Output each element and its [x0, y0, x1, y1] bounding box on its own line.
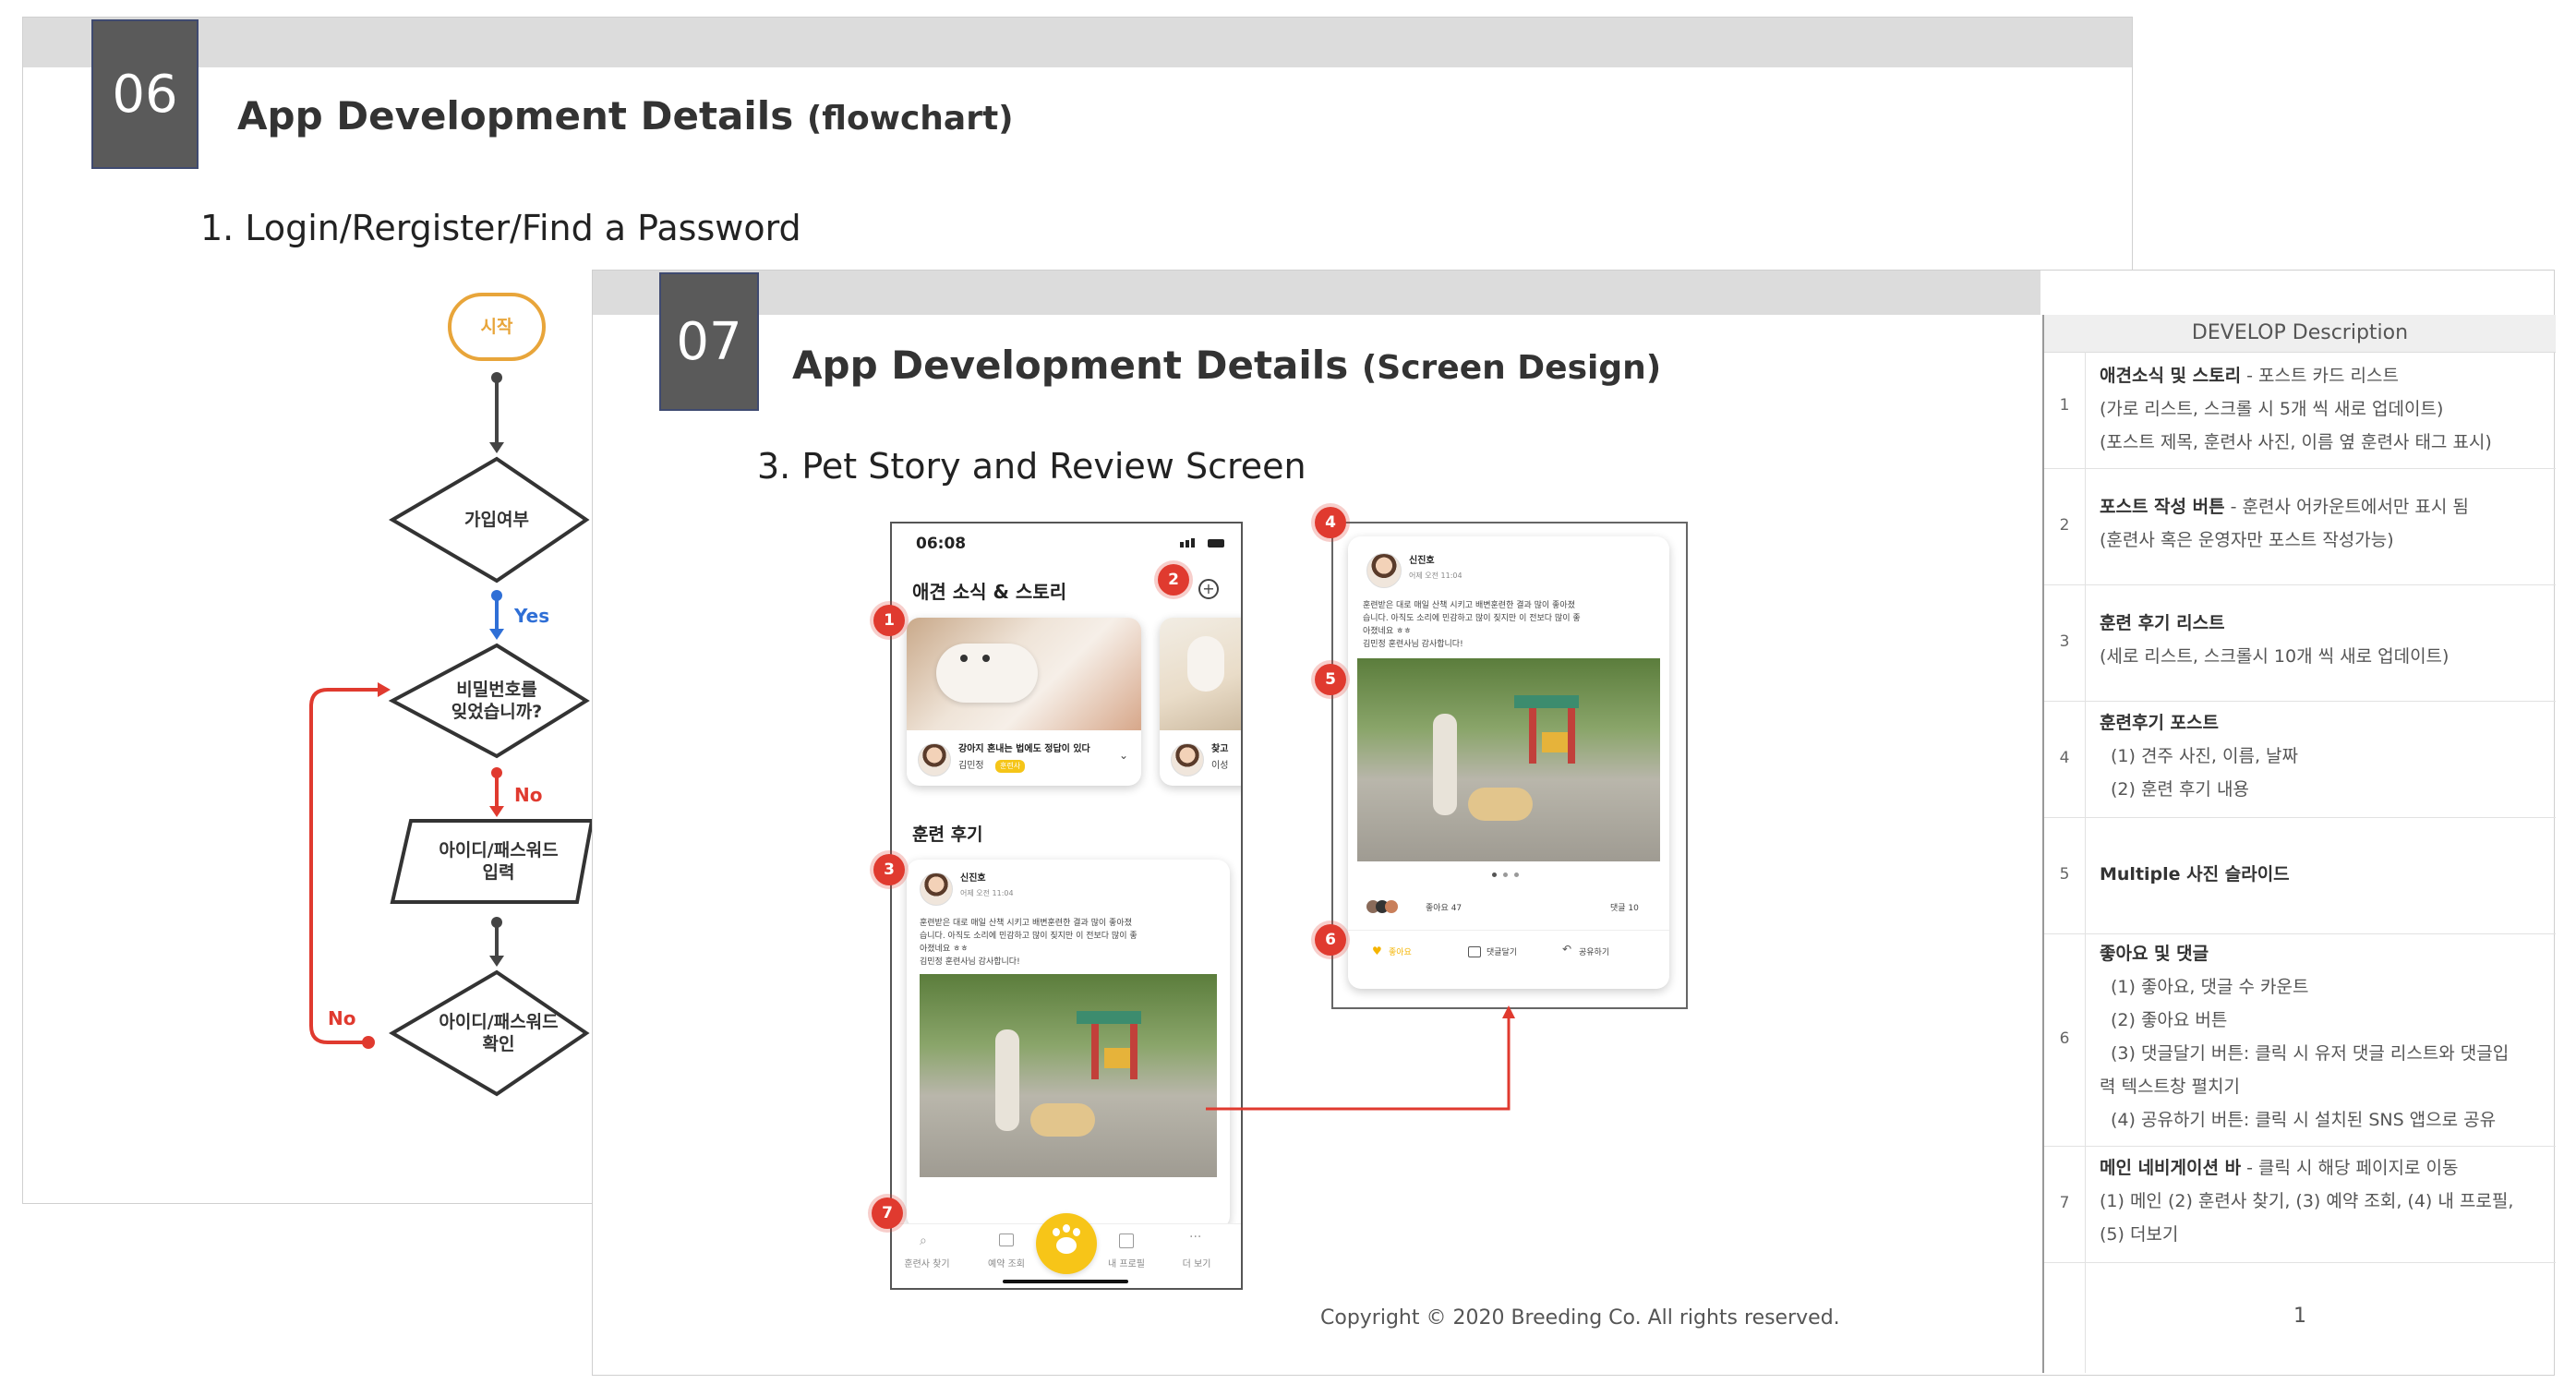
description-row-6: 6 좋아요 및 댓글 (1) 좋아요, 댓글 수 카운트 (2) 좋아요 버튼 …	[2044, 933, 2556, 1147]
marker-3: 3	[873, 854, 905, 885]
decision-forgot-label-1: 비밀번호를	[456, 680, 537, 700]
arrow-head	[489, 442, 504, 453]
row-number: 1	[2059, 396, 2070, 415]
description-row-2: 2 포스트 작성 버튼 - 훈련사 어카운트에서만 표시 됨 (훈련사 혹은 운…	[2044, 468, 2556, 585]
loop-arrow-head	[378, 682, 391, 697]
description-row-empty: 1	[2044, 1262, 2556, 1373]
slide-title-paren: (flowchart)	[806, 100, 1014, 138]
page-number: 1	[2293, 1305, 2306, 1328]
yes-arrow-head	[489, 629, 504, 640]
row-line: (2) 좋아요 버튼	[2111, 1010, 2228, 1030]
marker-6: 6	[1315, 924, 1346, 956]
marker-1: 1	[873, 605, 905, 636]
no-label: No	[514, 784, 543, 806]
decision-verify-label-1: 아이디/패스워드	[439, 1012, 559, 1032]
row-line: (훈련사 혹은 운영자만 포스트 작성가능)	[2100, 530, 2394, 550]
row-title: 훈련후기 포스트	[2100, 713, 2219, 733]
marker-2: 2	[1158, 564, 1189, 596]
row-number: 3	[2059, 632, 2070, 651]
row-line: (가로 리스트, 스크롤 시 5개 씩 새로 업데이트)	[2100, 399, 2444, 419]
yes-label: Yes	[514, 605, 550, 627]
description-row-7: 7 메인 네비게이션 바 - 클릭 시 해당 페이지로 이동 (1) 메인 (2…	[2044, 1146, 2556, 1263]
row-number: 7	[2059, 1194, 2070, 1212]
no-arrow-head	[489, 806, 504, 817]
arrow-head	[489, 956, 504, 967]
row-number: 5	[2059, 865, 2070, 884]
row-title: 메인 네비게이션 바 - 클릭 시 해당 페이지로 이동	[2100, 1158, 2459, 1178]
no-label-loop: No	[328, 1007, 356, 1029]
copyright: Copyright © 2020 Breeding Co. All rights…	[1320, 1306, 1840, 1330]
marker-4: 4	[1315, 507, 1346, 538]
row-line: (세로 리스트, 스크롤시 10개 씩 새로 업데이트)	[2100, 646, 2450, 667]
row-line: (5) 더보기	[2100, 1224, 2179, 1245]
description-row-4: 4 훈련후기 포스트 (1) 견주 사진, 이름, 날짜 (2) 훈련 후기 내…	[2044, 701, 2556, 818]
row-number: 4	[2059, 749, 2070, 767]
row-line: (4) 공유하기 버튼: 클릭 시 설치된 SNS 앱으로 공유	[2111, 1110, 2497, 1130]
slide-07: 07 App Development Details (Screen Desig…	[592, 270, 2556, 1376]
row-title: 훈련 후기 리스트	[2100, 613, 2225, 633]
row-title: 포스트 작성 버튼 - 훈련사 어카운트에서만 표시 됨	[2100, 497, 2469, 517]
row-number: 6	[2059, 1029, 2070, 1048]
decision-signup-label: 가입여부	[464, 510, 529, 530]
marker-5: 5	[1315, 664, 1346, 695]
row-line: 력 텍스트창 펼치기	[2100, 1077, 2240, 1097]
row-line: (1) 좋아요, 댓글 수 카운트	[2111, 977, 2309, 997]
row-line: (1) 견주 사진, 이름, 날짜	[2111, 746, 2298, 766]
row-title: Multiple 사진 슬라이드	[2100, 864, 2290, 885]
row-line: (1) 메인 (2) 훈련사 찾기, (3) 예약 조회, (4) 내 프로필,	[2100, 1191, 2514, 1211]
row-line: (2) 훈련 후기 내용	[2111, 779, 2249, 800]
decision-forgot-label-2: 잊었습니까?	[451, 702, 543, 722]
description-row-1: 1 애견소식 및 스토리 - 포스트 카드 리스트 (가로 리스트, 스크롤 시…	[2044, 352, 2556, 469]
decision-verify-label-2: 확인	[482, 1034, 515, 1054]
row-line: (3) 댓글달기 버튼: 클릭 시 유저 댓글 리스트와 댓글입	[2111, 1043, 2510, 1064]
loop-line	[309, 688, 378, 1044]
input-label-1: 아이디/패스워드	[439, 840, 559, 860]
row-number: 2	[2059, 516, 2070, 535]
row-title: 애견소식 및 스토리 - 포스트 카드 리스트	[2100, 366, 2399, 386]
input-label-2: 입력	[482, 862, 515, 883]
description-row-5: 5 Multiple 사진 슬라이드	[2044, 817, 2556, 934]
row-line: (포스트 제목, 훈련사 사진, 이름 옆 훈련사 태그 표시)	[2100, 432, 2492, 452]
row-title: 좋아요 및 댓글	[2100, 944, 2209, 964]
description-header: DEVELOP Description	[2044, 315, 2556, 353]
connector-line	[1206, 1017, 1511, 1111]
connector-arrow	[1206, 1005, 1515, 1111]
arrow-head	[1502, 1005, 1515, 1018]
description-row-3: 3 훈련 후기 리스트 (세로 리스트, 스크롤시 10개 씩 새로 업데이트)	[2044, 584, 2556, 702]
develop-description-table: DEVELOP Description 1 애견소식 및 스토리 - 포스트 카…	[2042, 315, 2556, 1373]
start-label: 시작	[480, 317, 513, 337]
marker-7: 7	[872, 1197, 903, 1229]
